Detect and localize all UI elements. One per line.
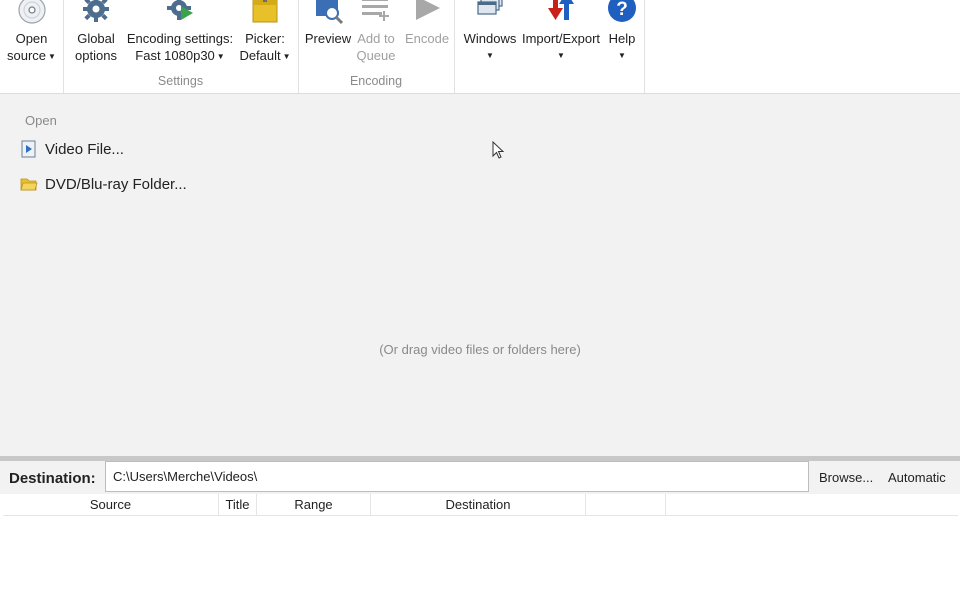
dropdown-caret-icon: ▼ — [282, 52, 291, 61]
column-header-range[interactable]: Range — [257, 494, 371, 515]
open-source-label-1: Open — [15, 31, 48, 46]
preview-button[interactable]: Preview — [302, 0, 354, 47]
open-video-file-link[interactable]: Video File... — [20, 140, 124, 158]
preview-magnifier-icon — [302, 0, 354, 30]
windows-button[interactable]: Windows ▼ — [459, 0, 521, 64]
dropdown-caret-icon: ▼ — [486, 51, 494, 60]
open-source-pane[interactable]: Open Video File... DVD/Blu-ray Folder...… — [0, 94, 960, 456]
open-heading: Open — [25, 113, 57, 128]
import-export-label: Import/Export — [521, 31, 601, 46]
gear-icon — [71, 0, 121, 30]
settings-group: Global options Encoding settings: Fast 1… — [63, 0, 299, 93]
disc-icon — [0, 0, 63, 30]
folder-open-icon — [20, 175, 38, 193]
picker-label-2: Default — [239, 48, 281, 63]
import-export-button[interactable]: Import/Export ▼ — [519, 0, 603, 64]
encoding-settings-label-1: Encoding settings: — [126, 31, 234, 46]
help-icon: ? — [602, 0, 642, 30]
global-options-label-1: Global — [77, 31, 115, 46]
picker-label-1: Picker: — [245, 31, 285, 46]
global-options-label-2: options — [75, 48, 117, 63]
browse-button[interactable]: Browse... — [819, 470, 873, 485]
dvd-folder-label: DVD/Blu-ray Folder... — [45, 175, 187, 193]
folder-picker-icon — [237, 0, 293, 30]
column-header-source[interactable]: Source — [3, 494, 219, 515]
automatic-button[interactable]: Automatic — [888, 470, 946, 485]
open-source-group: Open source ▼ — [0, 0, 64, 93]
windows-label: Windows — [463, 31, 517, 46]
add-to-queue-label-1: Add to — [357, 31, 395, 46]
queue-table-header: Source Title Range Destination — [3, 494, 958, 516]
ribbon-toolbar: Open source ▼ Global options Encoding se… — [0, 0, 960, 94]
open-source-label-2: source — [7, 48, 47, 63]
windows-stack-icon — [459, 0, 521, 30]
column-header-extra[interactable] — [586, 494, 666, 515]
encoding-settings-label-2: Fast 1080p30 — [135, 48, 215, 63]
dropdown-caret-icon: ▼ — [557, 51, 565, 60]
mouse-cursor-icon — [492, 141, 505, 159]
destination-label: Destination: — [9, 470, 96, 487]
global-options-button[interactable]: Global options — [71, 0, 121, 64]
open-dvd-folder-link[interactable]: DVD/Blu-ray Folder... — [20, 175, 187, 193]
open-source-button[interactable]: Open source ▼ — [0, 0, 63, 65]
encoding-settings-button[interactable]: Encoding settings: Fast 1080p30 ▼ — [125, 0, 235, 65]
import-export-arrows-icon — [519, 0, 603, 30]
destination-bar: Destination: Browse... Automatic — [0, 461, 960, 494]
settings-group-label: Settings — [157, 74, 204, 88]
misc-group: Windows ▼ Import/Export ▼ ? Help ▼ — [454, 0, 645, 93]
help-label: Help — [608, 31, 636, 46]
encoding-group-label: Encoding — [349, 74, 403, 88]
add-to-queue-button[interactable]: Add to Queue — [353, 0, 399, 64]
add-queue-icon — [353, 0, 399, 30]
video-file-label: Video File... — [45, 140, 124, 158]
queue-table[interactable]: Source Title Range Destination — [0, 494, 960, 600]
dropdown-caret-icon: ▼ — [216, 52, 225, 61]
encode-label: Encode — [404, 31, 450, 46]
encode-button[interactable]: Encode — [402, 0, 452, 47]
column-header-destination[interactable]: Destination — [371, 494, 586, 515]
video-file-icon — [20, 140, 38, 158]
encoding-group: Preview Add to Queue Encode Encoding — [298, 0, 455, 93]
gear-play-icon — [125, 0, 235, 30]
drag-hint: (Or drag video files or folders here) — [379, 342, 581, 357]
svg-text:?: ? — [616, 0, 628, 20]
dropdown-caret-icon: ▼ — [48, 52, 56, 61]
add-to-queue-label-2: Queue — [356, 48, 396, 63]
picker-button[interactable]: Picker: Default ▼ — [237, 0, 293, 65]
play-icon — [402, 0, 452, 30]
preview-label: Preview — [304, 31, 352, 46]
dropdown-caret-icon: ▼ — [618, 51, 626, 60]
column-header-title[interactable]: Title — [219, 494, 257, 515]
destination-input[interactable] — [105, 461, 809, 492]
help-button[interactable]: ? Help ▼ — [602, 0, 642, 64]
